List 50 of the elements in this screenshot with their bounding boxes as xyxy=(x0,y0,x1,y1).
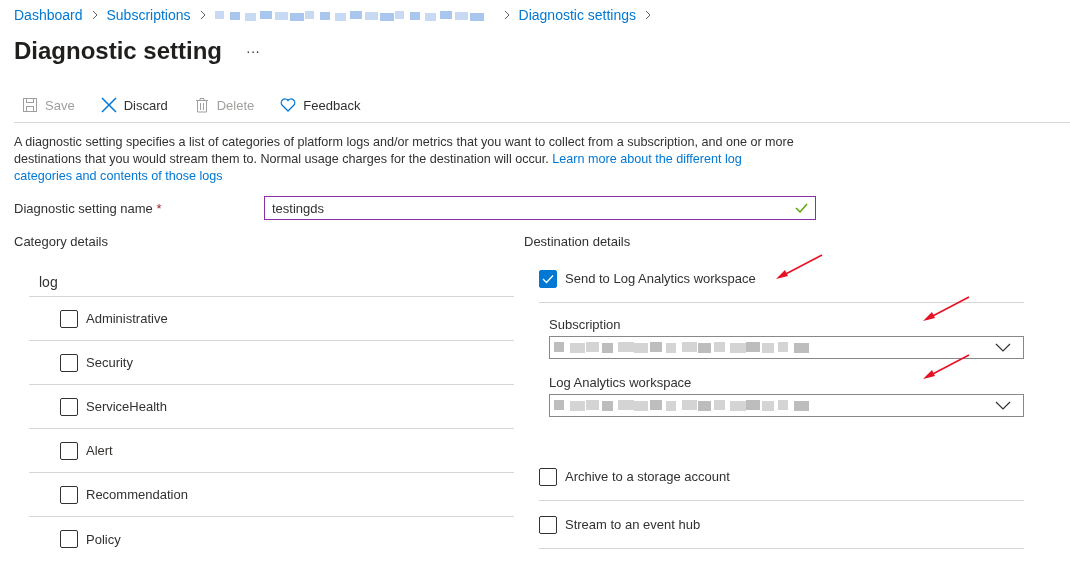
chevron-icon xyxy=(644,9,653,21)
checkbox-label: Alert xyxy=(86,443,113,458)
field-label: Subscription xyxy=(549,317,622,332)
breadcrumb-link[interactable]: Dashboard xyxy=(14,7,83,23)
checkmark-icon xyxy=(542,273,554,284)
description-text: A diagnostic setting specifies a list of categories of platform logs and/or metrics that you want to collect from a subscription, and one or more destinations that you would stream them to. Normal usage charges for the destination will occur. Learn more about the different log categories and contents of those logs xyxy=(14,134,795,185)
field-label: Diagnostic setting name * xyxy=(14,200,163,216)
page-title: Diagnostic setting xyxy=(14,37,223,65)
checkbox[interactable] xyxy=(60,309,78,328)
section-heading: Destination details xyxy=(524,234,632,251)
checkbox[interactable] xyxy=(539,515,557,534)
group-heading: log xyxy=(29,274,514,297)
checkbox-label: Administrative xyxy=(86,311,168,326)
checkbox[interactable] xyxy=(60,397,78,416)
learn-more-link[interactable]: Learn more about the different log xyxy=(552,152,742,166)
dropdown[interactable] xyxy=(549,394,1024,417)
checkbox-label: Stream to an event hub xyxy=(565,517,701,532)
chevron-down-icon xyxy=(995,400,1011,411)
name-input-field[interactable]: testingds xyxy=(264,196,816,220)
feedback-button[interactable]: Feedback xyxy=(272,97,365,113)
checkbox[interactable] xyxy=(60,485,78,504)
required-mark: * xyxy=(156,200,162,216)
close-icon xyxy=(100,97,117,113)
checkbox[interactable] xyxy=(60,441,78,460)
chevron-icon xyxy=(198,9,207,21)
checkbox-label: Security xyxy=(86,355,133,370)
checkbox-label: Recommendation xyxy=(86,487,188,502)
chevron-icon xyxy=(502,9,511,21)
section-heading: Category details xyxy=(14,234,109,251)
discard-button[interactable]: Discard xyxy=(92,97,172,113)
chevron-icon xyxy=(90,9,99,21)
checkbox-label: Policy xyxy=(86,531,121,547)
save-icon xyxy=(22,97,38,113)
checkbox[interactable] xyxy=(60,353,78,372)
dropdown[interactable] xyxy=(549,336,1024,359)
checkmark-icon xyxy=(795,203,808,213)
checkbox[interactable] xyxy=(60,530,78,548)
checkbox-label: ServiceHealth xyxy=(86,399,167,414)
field-label: Log Analytics workspace xyxy=(549,375,693,390)
breadcrumb-link[interactable]: Subscriptions xyxy=(106,7,191,23)
breadcrumb-link[interactable]: Diagnostic settings xyxy=(518,7,637,23)
heart-icon xyxy=(280,97,297,113)
more-button[interactable]: ··· xyxy=(242,43,265,59)
chevron-down-icon xyxy=(995,342,1011,353)
checkbox-label: Send to Log Analytics workspace xyxy=(565,271,756,286)
checkbox[interactable] xyxy=(539,269,557,288)
learn-more-link[interactable]: categories and contents of those logs xyxy=(14,169,223,183)
checkbox[interactable] xyxy=(539,467,557,486)
trash-icon xyxy=(193,97,210,113)
checkbox-label: Archive to a storage account xyxy=(565,469,730,484)
